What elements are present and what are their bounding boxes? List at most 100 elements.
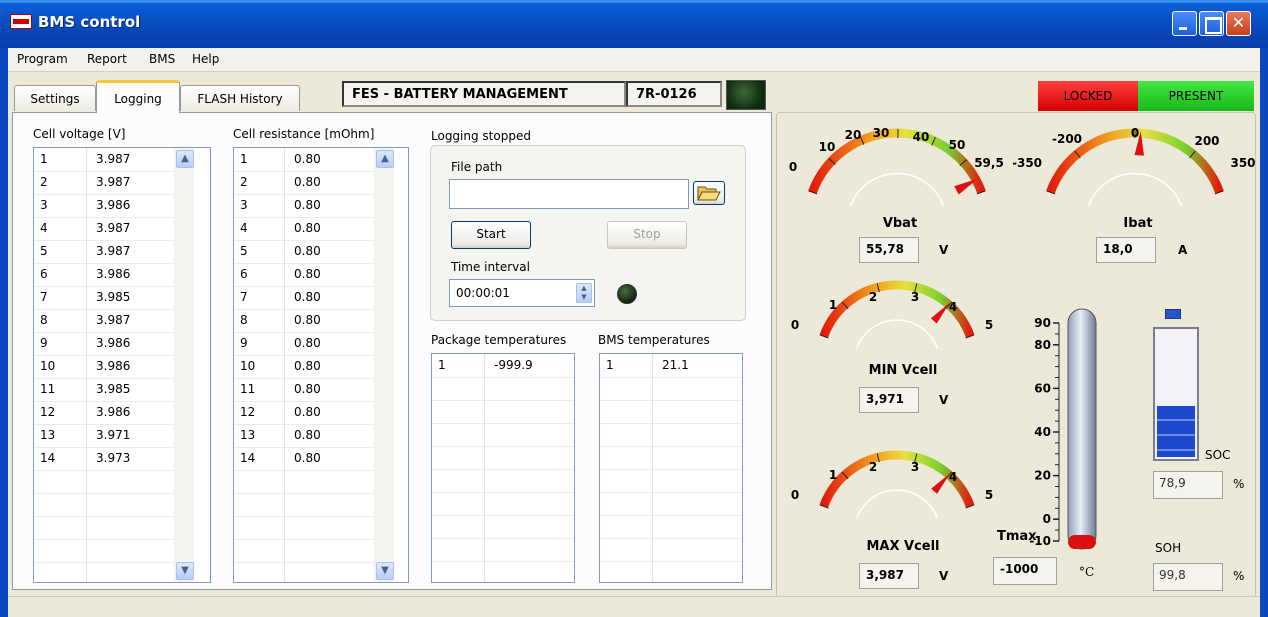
gauge-tick-label: 1	[829, 468, 837, 482]
logging-status-label: Logging stopped	[431, 129, 531, 143]
list-item[interactable]: 1 0.80	[234, 148, 374, 171]
list-item[interactable]: 9 3.986	[34, 332, 174, 355]
list-item[interactable]: 12 3.986	[34, 401, 174, 424]
minimize-button[interactable]	[1172, 11, 1197, 36]
list-item[interactable]: 10 0.80	[234, 355, 374, 378]
logging-led	[617, 284, 637, 304]
scroll-up-icon[interactable]: ▲	[176, 150, 194, 168]
gauge-inner-arc	[855, 319, 939, 349]
max-vcell-value: 3,987	[859, 563, 919, 589]
soc-unit: %	[1233, 477, 1245, 491]
list-item[interactable]: 11 0.80	[234, 378, 374, 401]
scroll-down-icon[interactable]: ▼	[376, 562, 394, 580]
title-bar[interactable]: BMS control ✕	[0, 0, 1268, 48]
min-vcell-title: MIN Vcell	[868, 363, 938, 378]
menu-report[interactable]: Report	[87, 52, 127, 66]
row-index: 1	[40, 152, 48, 166]
scroll-down-icon[interactable]: ▼	[176, 562, 194, 580]
list-item[interactable]: 10 3.986	[34, 355, 174, 378]
bms-temperatures-list[interactable]: 1 21.1	[599, 353, 743, 583]
locked-indicator: LOCKED	[1038, 81, 1138, 111]
gauge-needle	[931, 473, 951, 494]
spin-updown-icon[interactable]: ▲ ▼	[576, 283, 592, 303]
list-item[interactable]: 8 0.80	[234, 309, 374, 332]
row-divider	[432, 515, 574, 516]
list-item[interactable]: 13 0.80	[234, 424, 374, 447]
list-item[interactable]: 4 0.80	[234, 217, 374, 240]
scroll-up-icon[interactable]: ▲	[376, 150, 394, 168]
row-divider	[432, 469, 574, 470]
gauge-tick-label: 20	[845, 128, 862, 142]
row-index: 8	[240, 313, 248, 327]
row-divider	[234, 562, 374, 563]
start-button[interactable]: Start	[451, 221, 531, 249]
soh-label: SOH	[1155, 541, 1182, 555]
row-divider	[600, 423, 742, 424]
close-button[interactable]: ✕	[1226, 11, 1251, 36]
row-divider	[234, 493, 374, 494]
row-value: 3.986	[96, 267, 131, 281]
battery-terminal	[1165, 309, 1181, 319]
list-item[interactable]: 9 0.80	[234, 332, 374, 355]
row-value: 3.987	[96, 175, 131, 189]
list-item[interactable]: 5 0.80	[234, 240, 374, 263]
row-index: 5	[40, 244, 48, 258]
cell-resistance-list[interactable]: 1 0.80 2 0.80 3 0.80 4 0.80 5 0.80 6 0.80 7 0.80 8 0.80…	[233, 147, 409, 583]
list-item[interactable]: 1 21.1	[600, 354, 742, 377]
package-temperatures-list[interactable]: 1 -999.9	[431, 353, 575, 583]
list-item[interactable]: 7 3.985	[34, 286, 174, 309]
soh-value: 99,8	[1153, 563, 1223, 591]
row-index: 8	[40, 313, 48, 327]
maximize-button[interactable]	[1199, 11, 1224, 36]
list-item[interactable]: 12 0.80	[234, 401, 374, 424]
row-value: 3.973	[96, 451, 131, 465]
list-item[interactable]: 3 0.80	[234, 194, 374, 217]
row-index: 6	[240, 267, 248, 281]
row-value: 0.80	[294, 428, 321, 442]
file-path-input[interactable]	[449, 179, 689, 209]
column-divider	[652, 354, 653, 582]
row-index: 4	[40, 221, 48, 235]
list-item[interactable]: 11 3.985	[34, 378, 174, 401]
stop-button[interactable]: Stop	[607, 221, 687, 249]
list-item[interactable]: 3 3.986	[34, 194, 174, 217]
window-title: BMS control	[38, 13, 141, 31]
gauge-tick-label: 2	[869, 460, 877, 474]
menu-program[interactable]: Program	[17, 52, 68, 66]
vertical-scrollbar[interactable]: ▲ ▼	[374, 148, 394, 582]
row-value: 0.80	[294, 198, 321, 212]
browse-button[interactable]	[693, 181, 725, 205]
list-item[interactable]: 8 3.987	[34, 309, 174, 332]
row-divider	[600, 538, 742, 539]
list-item[interactable]: 2 3.987	[34, 171, 174, 194]
row-index: 12	[40, 405, 56, 419]
tab-flash-history[interactable]: FLASH History	[180, 85, 300, 111]
row-index: 10	[40, 359, 56, 373]
row-value: 0.80	[294, 267, 321, 281]
menu-help[interactable]: Help	[192, 52, 219, 66]
list-item[interactable]: 7 0.80	[234, 286, 374, 309]
tab-settings[interactable]: Settings	[14, 85, 96, 111]
list-item[interactable]: 5 3.987	[34, 240, 174, 263]
list-item[interactable]: 1 -999.9	[432, 354, 574, 377]
row-index: 2	[40, 175, 48, 189]
row-divider	[432, 446, 574, 447]
tab-logging[interactable]: Logging	[96, 80, 180, 113]
list-item[interactable]: 1 3.987	[34, 148, 174, 171]
vertical-scrollbar[interactable]: ▲ ▼	[174, 148, 194, 582]
time-interval-input[interactable]: 00:00:01 ▲ ▼	[449, 279, 595, 307]
row-value: 21.1	[662, 358, 689, 372]
cell-voltage-list[interactable]: 1 3.987 2 3.987 3 3.986 4 3.987 5 3.987 6 3.986 7 3.9…	[33, 147, 211, 583]
list-item[interactable]: 6 0.80	[234, 263, 374, 286]
list-item[interactable]: 14 0.80	[234, 447, 374, 470]
list-item[interactable]: 2 0.80	[234, 171, 374, 194]
list-item[interactable]: 13 3.971	[34, 424, 174, 447]
max-vcell-gauge: 0 1 2 3 4 5	[791, 450, 993, 519]
row-value: 0.80	[294, 359, 321, 373]
row-divider	[34, 539, 174, 540]
list-item[interactable]: 6 3.986	[34, 263, 174, 286]
menu-bms[interactable]: BMS	[149, 52, 175, 66]
list-item[interactable]: 4 3.987	[34, 217, 174, 240]
list-item[interactable]: 14 3.973	[34, 447, 174, 470]
thermo-tick-label: 90	[1034, 316, 1051, 330]
